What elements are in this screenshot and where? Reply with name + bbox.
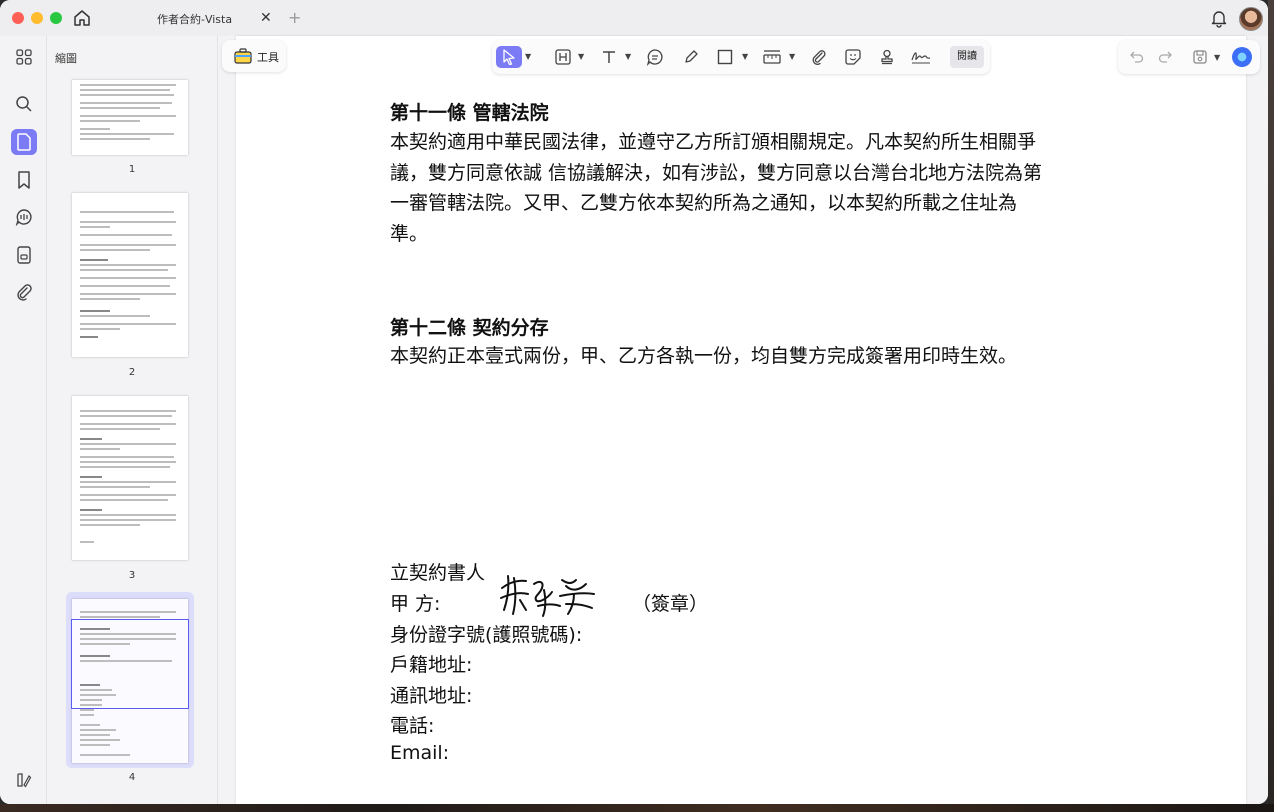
party-a-label: 甲 方: [390,593,441,615]
section-11-line: 議，雙方同意依誠 信協議解決，如有涉訟，雙方同意以台灣台北地方法院為第 [390,161,1043,184]
section-12-body: 本契約正本壹式兩份，甲、乙方各執一份，均自雙方完成簽署用印時生效。 [390,345,1018,367]
annotation-toolbar: ▼ ▼ ▼ ▼ ▼ 閱讀 [492,40,990,74]
phone-label: 電話: [390,715,435,737]
chevron-down-icon[interactable]: ▼ [525,52,531,61]
zoom-window-button[interactable] [50,12,62,24]
home-icon[interactable] [72,8,94,28]
signature-icon[interactable] [908,46,934,68]
attachment-icon[interactable] [11,279,37,305]
id-number-label: 身份證字號(護照號碼): [390,624,583,646]
thumbnail-page-number: 3 [128,570,136,581]
attach-file-icon[interactable] [808,46,830,68]
comment-icon[interactable] [11,204,37,230]
tools-button[interactable]: 工具 [222,40,286,72]
pencil-tool-icon[interactable] [680,46,702,68]
comment-tool-icon[interactable] [644,46,666,68]
form-icon[interactable] [11,242,37,268]
visible-area-indicator[interactable] [71,619,189,709]
left-icon-rail [0,36,47,804]
title-bar: 作者合約-Vista ✕ + [0,0,1268,36]
shape-tool-icon[interactable] [714,46,736,68]
minimize-window-button[interactable] [31,12,43,24]
chevron-down-icon[interactable]: ▼ [625,52,631,61]
thumbnail-page-number: 4 [128,772,136,783]
grid-view-icon[interactable] [11,44,37,70]
stamp-icon[interactable] [876,46,898,68]
desktop-background [1268,0,1274,812]
section-11-line: 準。 [390,222,429,245]
thumbnail-page-2[interactable] [72,193,188,357]
tab-title: 作者合約-Vista [157,13,233,26]
sidebar-toggle-icon[interactable] [11,767,37,793]
close-window-button[interactable] [12,12,24,24]
email-label: Email: [390,742,450,764]
section-11-title: 第十一條 管轄法院 [390,102,549,124]
desktop-background [0,804,1274,812]
thumbnail-page-number: 1 [128,164,136,175]
app-window: 作者合約-Vista ✕ + 縮圖 1 2 3 4 工具 ▼ ▼ ▼ ▼ ▼ 閱… [0,0,1268,804]
sticker-icon[interactable] [842,46,864,68]
search-icon[interactable] [11,91,37,117]
tools-label: 工具 [257,51,279,64]
handwritten-signature [496,570,602,624]
section-12-title: 第十二條 契約分存 [390,317,549,339]
read-mode-button[interactable]: 閱讀 [950,46,984,68]
redo-icon[interactable] [1158,49,1174,69]
chevron-down-icon[interactable]: ▼ [578,52,584,61]
right-toolbar: ▼ [1118,40,1260,74]
notification-bell-icon[interactable] [1209,8,1229,28]
thumbnails-panel-icon[interactable] [11,129,37,155]
document-tab[interactable]: 作者合約-Vista ✕ [142,4,282,32]
highlight-tool-icon[interactable] [552,46,574,68]
undo-icon[interactable] [1128,49,1144,69]
chevron-down-icon[interactable]: ▼ [789,52,795,61]
section-11-line: 本契約適用中華民國法律，並遵守乙方所訂頒相關規定。凡本契約所生相關爭 [390,131,1037,153]
thumbnail-page-number: 2 [128,367,136,378]
user-avatar[interactable] [1239,7,1263,31]
section-11-body: 本契約適用中華民國法律，並遵守乙方所訂頒相關規定。凡本契約所生相關爭 議，雙方同… [390,127,1100,249]
mailing-address-label: 通訊地址: [390,685,473,707]
panel-title: 縮圖 [55,52,77,65]
toolbox-icon [234,48,252,68]
section-11-line: 一審管轄法院。又甲、乙雙方依本契約所為之通知，以本契約所載之住址為 [390,192,1018,214]
registered-address-label: 戶籍地址: [390,654,473,676]
thumbnail-page-3[interactable] [72,396,188,560]
bookmark-icon[interactable] [11,167,37,193]
chevron-down-icon[interactable]: ▼ [742,52,748,61]
save-icon[interactable] [1192,49,1208,69]
text-tool-icon[interactable] [598,46,620,68]
measure-tool-icon[interactable] [760,46,784,68]
signature-note: （簽章） [632,593,709,615]
chevron-down-icon[interactable]: ▼ [1214,53,1220,62]
thumbnail-panel: 縮圖 1 2 3 4 [47,36,218,804]
thumbnail-page-1[interactable] [72,80,188,155]
select-tool-icon[interactable] [496,46,522,68]
new-tab-icon[interactable]: + [288,8,301,27]
signer-heading: 立契約書人 [390,562,486,584]
ai-assistant-icon[interactable] [1232,47,1252,67]
tab-close-icon[interactable]: ✕ [260,10,272,26]
